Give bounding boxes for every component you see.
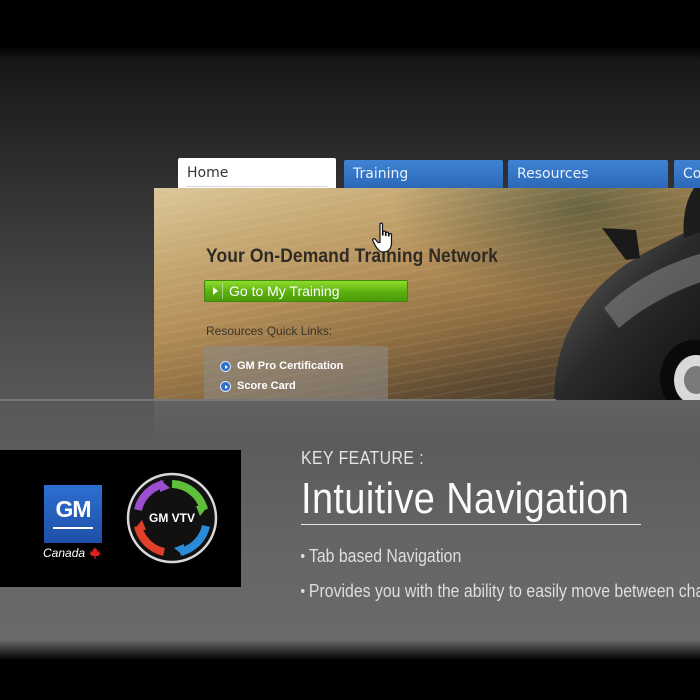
bullet-text: Tab based Navigation [308,546,462,566]
quick-link-label: GM Pro Certification [237,360,344,372]
hero-title: Your On-Demand Training Network [206,246,498,267]
go-button-label: Go to My Training [229,283,340,299]
gm-logo-underline [53,527,93,529]
tab-resources[interactable]: Resources [508,160,668,188]
maple-leaf-icon [89,547,101,559]
car-image [554,188,700,400]
title-underline [301,524,641,525]
quick-link-label: Score Card [237,380,296,392]
vtv-cycle-icon: GM VTV [126,472,218,564]
feature-bullet: Tab based Navigation [301,546,461,567]
bullet-icon [301,553,305,558]
tab-contact-label: Co [683,166,700,182]
tab-training-label: Training [353,166,409,182]
canada-text: Canada [43,546,86,560]
tab-training[interactable]: Training [344,160,503,188]
key-feature-label: KEY FEATURE : [301,448,425,468]
quick-links-label: Resources Quick Links: [206,324,333,338]
button-separator [222,283,223,299]
feature-bullet: Provides you with the ability to easily … [301,581,700,602]
feature-title: Intuitive Navigation [301,474,630,523]
tab-contact-partial[interactable]: Co [674,160,700,188]
arrow-bullet-icon [220,381,231,392]
hand-cursor-icon [372,222,393,253]
go-to-my-training-button[interactable]: Go to My Training [204,280,408,302]
gm-logo-text: GM [55,496,91,522]
bullet-text: Provides you with the ability to easily … [308,581,700,601]
presentation-slide: Home Training Resources Co Your On-Deman… [0,0,700,700]
tab-home-underline [186,186,328,187]
gm-logo: GM [44,485,102,543]
vtv-logo-text: GM VTV [149,511,195,525]
quick-links-panel: GM Pro Certification Score Card [204,346,388,400]
hero-banner: Your On-Demand Training Network Go to My… [154,188,700,400]
tab-home-label: Home [187,165,229,181]
arrow-bullet-icon [220,361,231,372]
tab-home[interactable]: Home [178,158,336,190]
bullet-icon [301,588,305,593]
logo-panel: GM Canada GM VTV [0,450,241,587]
main-tabs: Home Training Resources Co [178,158,700,190]
arrow-icon [213,287,218,295]
tab-resources-label: Resources [517,166,589,182]
